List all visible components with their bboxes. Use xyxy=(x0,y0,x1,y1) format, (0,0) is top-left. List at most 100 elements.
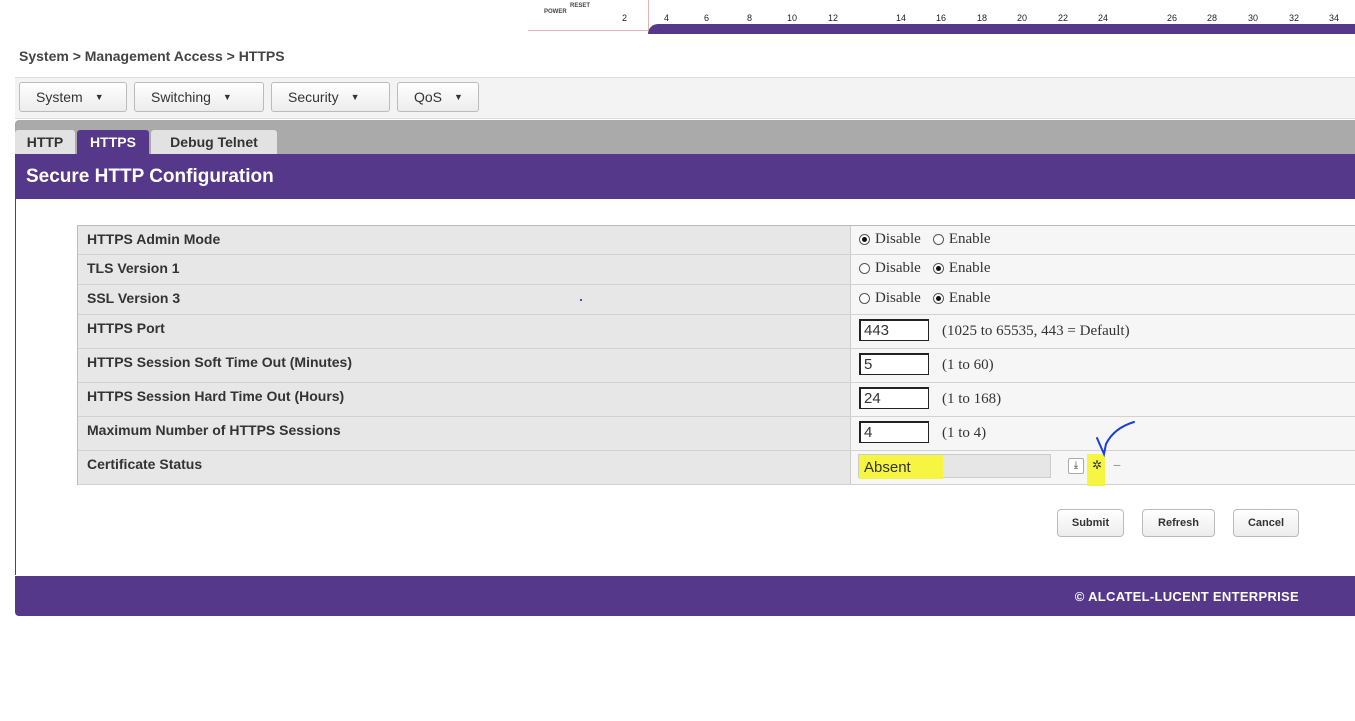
port-number: 34 xyxy=(1329,13,1340,23)
port-number: 2 xyxy=(622,13,628,23)
radio-label: Enable xyxy=(948,231,991,247)
max-sessions-input[interactable]: 4 xyxy=(859,421,929,443)
port-number: 18 xyxy=(977,13,988,23)
port-number: 14 xyxy=(896,13,907,23)
section-header: Secure HTTP Configuration xyxy=(15,154,1355,199)
config-table: HTTPS Admin Mode Disable Enable TLS Vers… xyxy=(77,225,1355,486)
port-number: 28 xyxy=(1207,13,1218,23)
tab-strip: HTTP HTTPS Debug Telnet xyxy=(15,120,1355,154)
port-number: 22 xyxy=(1058,13,1069,23)
certificate-status-field: Absent xyxy=(858,454,1051,479)
minus-icon[interactable]: − xyxy=(1110,458,1124,472)
menu-switching[interactable]: Switching ▼ xyxy=(134,82,264,112)
row-label: HTTPS Session Soft Time Out (Minutes) xyxy=(87,354,352,370)
port-number: 6 xyxy=(704,13,710,23)
tab-https[interactable]: HTTPS xyxy=(77,130,149,154)
port-number: 4 xyxy=(664,13,670,23)
tls-disable-option[interactable]: Disable xyxy=(859,260,921,277)
menu-label: QoS xyxy=(414,89,443,105)
radio-label: Disable xyxy=(875,231,921,247)
row-label: HTTPS Admin Mode xyxy=(87,231,221,247)
menu-qos[interactable]: QoS ▼ xyxy=(397,82,479,112)
tab-http[interactable]: HTTP xyxy=(15,130,75,154)
table-row: HTTPS Port 443 (1025 to 65535, 443 = Def… xyxy=(78,315,1355,349)
port-panel-box: POWER RESET xyxy=(528,0,649,31)
tls-enable-radio[interactable] xyxy=(932,263,944,274)
radio-label: Enable xyxy=(948,260,991,276)
table-row: Certificate Status Absent ⤓ ✲ − xyxy=(78,451,1355,486)
ssl-enable-radio[interactable] xyxy=(932,293,944,304)
tls-radio-group: Disable Enable xyxy=(859,260,1002,277)
port-number: 24 xyxy=(1098,13,1109,23)
row-label: HTTPS Session Hard Time Out (Hours) xyxy=(87,388,345,404)
port-number: 8 xyxy=(747,13,753,23)
refresh-button[interactable]: Refresh xyxy=(1142,509,1215,537)
admin-mode-disable-radio[interactable] xyxy=(859,234,870,245)
radio-label: Enable xyxy=(948,290,991,306)
admin-mode-enable-radio[interactable] xyxy=(932,234,944,245)
max-sessions-hint: (1 to 4) xyxy=(942,425,987,441)
menu-label: Switching xyxy=(151,89,211,105)
ssl-disable-option[interactable]: Disable xyxy=(859,290,921,307)
row-label: TLS Version 1 xyxy=(87,260,180,276)
copyright-text: © ALCATEL-LUCENT ENTERPRISE xyxy=(1074,589,1299,604)
power-label: POWER xyxy=(544,9,567,15)
port-number: 10 xyxy=(787,13,798,23)
menu-label: System xyxy=(36,89,83,105)
port-number: 12 xyxy=(828,13,839,23)
certificate-status-value: Absent xyxy=(864,459,911,476)
reset-label: RESET xyxy=(570,3,591,9)
ssl-enable-option[interactable]: Enable xyxy=(932,290,991,307)
tls-enable-option[interactable]: Enable xyxy=(932,260,991,277)
port-number: 20 xyxy=(1017,13,1028,23)
caret-down-icon: ▼ xyxy=(350,92,360,102)
table-row: HTTPS Session Soft Time Out (Minutes) 5 … xyxy=(78,349,1355,383)
radio-label: Disable xyxy=(875,260,921,276)
admin-mode-radio-group: Disable Enable xyxy=(859,231,1002,248)
page-title: Secure HTTP Configuration xyxy=(26,166,274,187)
row-label: HTTPS Port xyxy=(87,320,165,336)
admin-mode-disable-option[interactable]: Disable xyxy=(859,231,921,248)
https-port-hint: (1025 to 65535, 443 = Default) xyxy=(942,323,1130,339)
tls-disable-radio[interactable] xyxy=(859,263,870,274)
port-number: 30 xyxy=(1248,13,1259,23)
hard-timeout-hint: (1 to 168) xyxy=(942,391,1002,407)
caret-down-icon: ▼ xyxy=(94,92,104,102)
tab-debug-telnet[interactable]: Debug Telnet xyxy=(151,130,277,154)
ssl-disable-radio[interactable] xyxy=(859,293,870,304)
radio-label: Disable xyxy=(875,290,921,306)
menu-security[interactable]: Security ▼ xyxy=(271,82,390,112)
menu-bar: System ▼ Switching ▼ Security ▼ QoS ▼ xyxy=(15,77,1355,119)
port-strip: POWER RESET 2 4 6 8 10 12 14 16 18 20 22… xyxy=(528,0,1355,34)
table-row: Maximum Number of HTTPS Sessions 4 (1 to… xyxy=(78,417,1355,451)
row-label: Certificate Status xyxy=(87,456,203,472)
cancel-button[interactable]: Cancel xyxy=(1233,509,1299,537)
soft-timeout-input[interactable]: 5 xyxy=(859,353,929,375)
stray-dot xyxy=(580,299,582,301)
ssl-radio-group: Disable Enable xyxy=(859,290,1002,307)
port-number: 16 xyxy=(936,13,947,23)
row-label: SSL Version 3 xyxy=(87,290,181,306)
soft-timeout-hint: (1 to 60) xyxy=(942,357,994,373)
port-strip-bar xyxy=(648,24,1355,34)
row-label: Maximum Number of HTTPS Sessions xyxy=(87,422,341,438)
download-icon[interactable]: ⤓ xyxy=(1068,458,1084,474)
table-row: HTTPS Admin Mode Disable Enable xyxy=(78,226,1355,255)
table-row: TLS Version 1 Disable Enable xyxy=(78,255,1355,285)
admin-mode-enable-option[interactable]: Enable xyxy=(932,231,991,248)
port-number: 26 xyxy=(1167,13,1178,23)
checkmark-annotation-icon xyxy=(1096,421,1135,458)
menu-label: Security xyxy=(288,89,339,105)
breadcrumb: System > Management Access > HTTPS xyxy=(19,48,285,64)
caret-down-icon: ▼ xyxy=(222,92,232,102)
https-port-input[interactable]: 443 xyxy=(859,319,929,341)
table-row: SSL Version 3 Disable Enable xyxy=(78,285,1355,315)
submit-button[interactable]: Submit xyxy=(1057,509,1124,537)
caret-down-icon: ▼ xyxy=(454,92,463,102)
port-number: 32 xyxy=(1289,13,1300,23)
gear-icon[interactable]: ✲ xyxy=(1090,458,1104,472)
table-row: HTTPS Session Hard Time Out (Hours) 24 (… xyxy=(78,383,1355,417)
menu-system[interactable]: System ▼ xyxy=(19,82,127,112)
hard-timeout-input[interactable]: 24 xyxy=(859,387,929,409)
footer: © ALCATEL-LUCENT ENTERPRISE xyxy=(15,576,1355,616)
